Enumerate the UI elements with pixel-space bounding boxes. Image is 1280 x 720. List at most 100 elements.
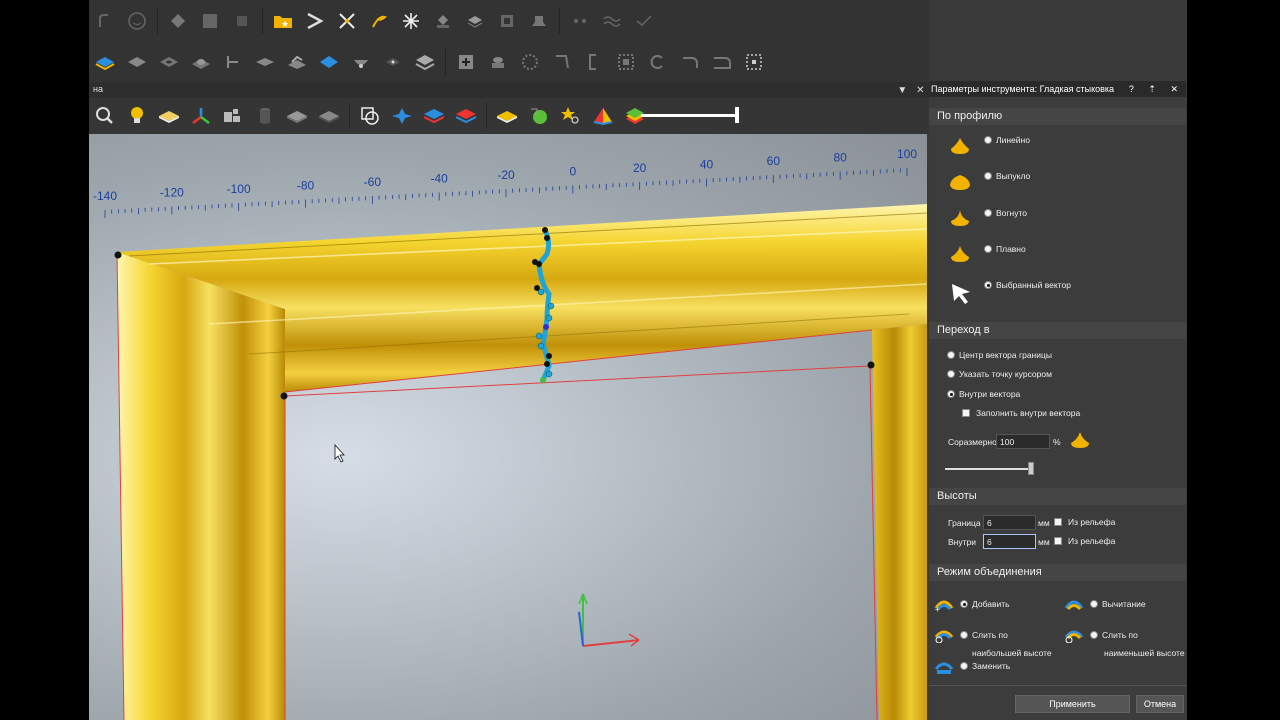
transform-tool-icon[interactable] xyxy=(334,8,360,34)
3d-viewport[interactable]: -140 -120 -100 -80 -60 -40 -20 0 20 40 60 80 100 xyxy=(89,134,927,720)
blue-star-icon[interactable] xyxy=(389,103,415,129)
section-transition[interactable]: Переход в xyxy=(929,322,1186,339)
gray-plane-icon[interactable] xyxy=(284,103,310,129)
relief-blue-icon[interactable] xyxy=(92,49,118,75)
dots-tool-icon[interactable] xyxy=(567,8,593,34)
radio-concave[interactable] xyxy=(984,209,992,217)
bracket-icon[interactable] xyxy=(581,49,607,75)
plane-view-icon[interactable] xyxy=(156,103,182,129)
star-search-icon[interactable] xyxy=(558,103,584,129)
spiral-tool-icon[interactable] xyxy=(366,8,392,34)
radio-smooth[interactable] xyxy=(984,245,992,253)
close-icon[interactable]: ✕ xyxy=(916,85,924,96)
shapes-overlap-icon[interactable] xyxy=(357,103,383,129)
blocks-icon[interactable] xyxy=(220,103,246,129)
box-select-icon[interactable] xyxy=(741,49,767,75)
relief-diamond-icon[interactable] xyxy=(380,49,406,75)
apply-button[interactable]: Применить xyxy=(1015,695,1130,713)
relief-tool-icon[interactable] xyxy=(165,8,191,34)
chevron-tool-icon[interactable] xyxy=(302,8,328,34)
curve-tool-icon[interactable] xyxy=(92,8,118,34)
proportional-slider-thumb[interactable] xyxy=(1028,462,1034,475)
check-tool-icon[interactable] xyxy=(631,8,657,34)
gold-plane-icon[interactable] xyxy=(494,103,520,129)
profile-option-linear[interactable]: Линейно xyxy=(984,135,1030,145)
radio-center[interactable] xyxy=(947,351,955,359)
merge-option-subtract[interactable]: Вычитание xyxy=(1090,599,1146,609)
relief-edit-icon[interactable] xyxy=(220,49,246,75)
add-icon[interactable] xyxy=(453,49,479,75)
profile-option-selected-vector[interactable]: Выбранный вектор xyxy=(984,280,1071,290)
red-layer-icon[interactable] xyxy=(453,103,479,129)
vector-node[interactable] xyxy=(114,251,122,259)
chevron-down-icon[interactable]: ▼ xyxy=(897,85,907,96)
relief-select-icon[interactable] xyxy=(316,49,342,75)
transition-option-inside[interactable]: Внутри вектора xyxy=(947,389,1020,399)
frame-select-icon[interactable] xyxy=(613,49,639,75)
arc-icon[interactable] xyxy=(677,49,703,75)
radio-merge-add[interactable] xyxy=(960,600,968,608)
proportional-input[interactable]: 100 xyxy=(996,434,1050,449)
stack-icon[interactable] xyxy=(485,49,511,75)
fill-inside-checkbox[interactable] xyxy=(962,409,970,417)
pattern-tool-icon[interactable] xyxy=(494,8,520,34)
merge-option-add[interactable]: Добавить xyxy=(960,599,1010,609)
cylinder-icon[interactable] xyxy=(252,103,278,129)
vector-node[interactable] xyxy=(867,361,875,369)
radio-convex[interactable] xyxy=(984,172,992,180)
light-bulb-icon[interactable] xyxy=(124,103,150,129)
zoom-icon[interactable] xyxy=(92,103,118,129)
gear-dotted-icon[interactable] xyxy=(517,49,543,75)
radio-merge-highest[interactable] xyxy=(960,631,968,639)
rounded-box-icon[interactable] xyxy=(709,49,735,75)
merge-option-highest[interactable]: Слить по xyxy=(960,630,1008,640)
border-height-input[interactable]: 6 xyxy=(983,515,1036,530)
relief-hole-icon[interactable] xyxy=(156,49,182,75)
cancel-button[interactable]: Отмена xyxy=(1136,695,1184,713)
crop-icon[interactable] xyxy=(549,49,575,75)
relief-flat-icon[interactable] xyxy=(252,49,278,75)
dark-plane-icon[interactable] xyxy=(316,103,342,129)
radio-merge-subtract[interactable] xyxy=(1090,600,1098,608)
radio-selected-vector[interactable] xyxy=(984,281,992,289)
axes-icon[interactable] xyxy=(188,103,214,129)
relief-bump-icon[interactable] xyxy=(188,49,214,75)
green-shape-icon[interactable] xyxy=(526,103,552,129)
view-slider-thumb[interactable] xyxy=(735,107,739,123)
merge-option-replace[interactable]: Заменить xyxy=(960,661,1010,671)
relief-stairs-icon[interactable] xyxy=(284,49,310,75)
section-heights[interactable]: Высоты xyxy=(929,488,1186,505)
open-folder-icon[interactable] xyxy=(270,8,296,34)
view-tab[interactable]: на xyxy=(89,84,107,98)
smile-icon[interactable] xyxy=(124,8,150,34)
radio-cursor[interactable] xyxy=(947,370,955,378)
rotate-icon[interactable] xyxy=(645,49,671,75)
inside-from-relief-checkbox[interactable] xyxy=(1054,537,1062,545)
blue-layer-icon[interactable] xyxy=(421,103,447,129)
radio-linear[interactable] xyxy=(984,136,992,144)
section-by-profile[interactable]: По профилю xyxy=(929,108,1186,125)
sculpt-tool-icon[interactable] xyxy=(526,8,552,34)
transition-option-center[interactable]: Центр вектора границы xyxy=(947,350,1052,360)
proportional-slider-track[interactable] xyxy=(945,468,1031,470)
radio-inside[interactable] xyxy=(947,390,955,398)
vector-node[interactable] xyxy=(280,392,288,400)
border-from-relief[interactable]: Из рельефа xyxy=(1054,517,1115,527)
radio-merge-replace[interactable] xyxy=(960,662,968,670)
view-tab-controls[interactable]: ▼ ✕ xyxy=(893,82,929,98)
panel-title-controls[interactable]: ? ⇡ ✕ xyxy=(1129,81,1184,97)
merge-option-lowest[interactable]: Слить по xyxy=(1090,630,1138,640)
fill-inside-option[interactable]: Заполнить внутри вектора xyxy=(962,408,1080,418)
relief-bowl-icon[interactable] xyxy=(348,49,374,75)
section-merge-mode[interactable]: Режим объединения xyxy=(929,564,1186,581)
wave-tool-icon[interactable] xyxy=(599,8,625,34)
inside-height-input[interactable]: 6 xyxy=(983,534,1036,549)
border-from-relief-checkbox[interactable] xyxy=(1054,518,1062,526)
color-pyramid-icon[interactable] xyxy=(590,103,616,129)
profile-option-convex[interactable]: Выпукло xyxy=(984,171,1030,181)
relief-gray-icon[interactable] xyxy=(124,49,150,75)
relief-stack-icon[interactable] xyxy=(462,8,488,34)
transition-option-cursor[interactable]: Указать точку курсором xyxy=(947,369,1052,379)
star-tool-icon[interactable] xyxy=(398,8,424,34)
profile-option-concave[interactable]: Вогнуто xyxy=(984,208,1027,218)
